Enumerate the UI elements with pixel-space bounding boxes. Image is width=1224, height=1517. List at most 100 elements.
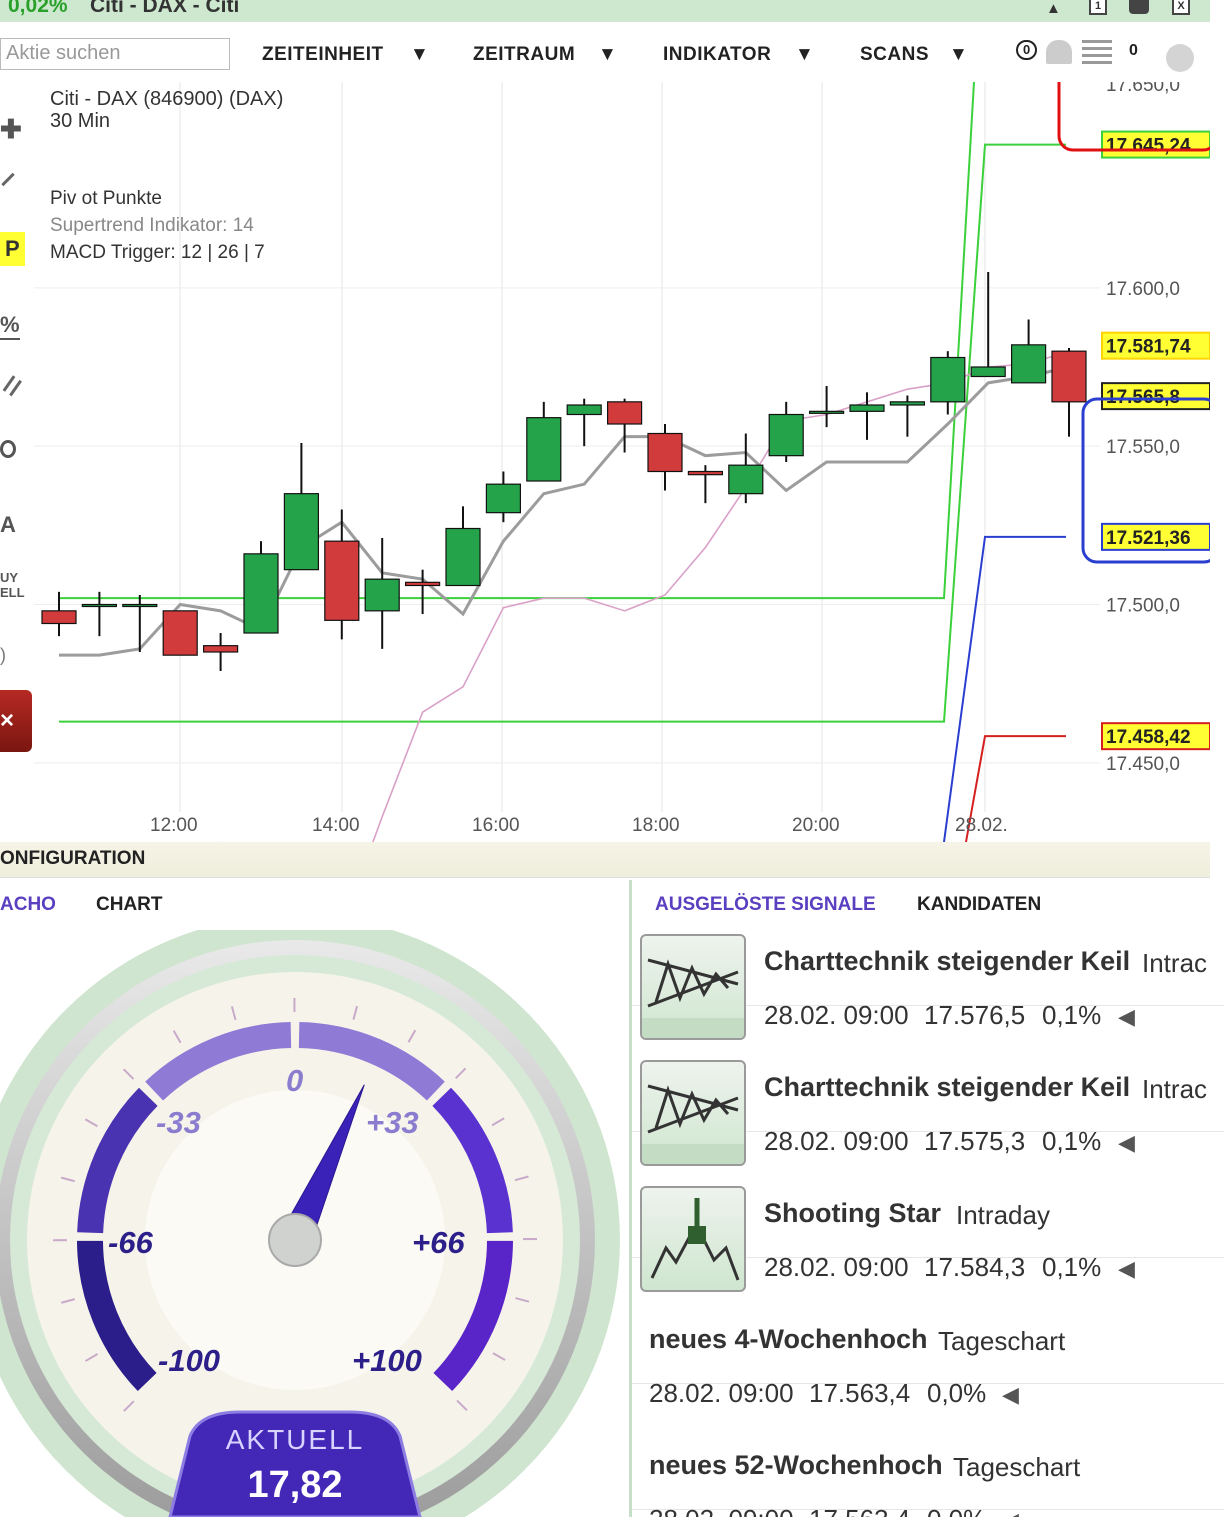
- alarm-bell-icon[interactable]: ▲: [1046, 0, 1061, 17]
- window-title: Citi - DAX - Citi: [90, 0, 240, 17]
- signal-item[interactable]: Charttechnik steigender Keil Intrac 28.0…: [632, 1006, 1224, 1166]
- sell-tool-label[interactable]: ELL: [0, 585, 25, 600]
- candle-body-up: [930, 356, 966, 403]
- gauge-label-minus33: -33: [156, 1105, 201, 1140]
- signal-name: neues 4-Wochenhoch: [649, 1324, 928, 1354]
- speaker-icon[interactable]: ◀: [1002, 1508, 1019, 1517]
- candle-body-up: [566, 404, 602, 416]
- line-tool-icon[interactable]: [1, 172, 15, 187]
- gauge-label-minus100: -100: [158, 1343, 220, 1378]
- candle-body-up: [445, 527, 481, 587]
- signal-item[interactable]: neues 4-Wochenhoch Tageschart 28.02. 09:…: [632, 1258, 1224, 1408]
- time-axis-label: 20:00: [792, 815, 840, 836]
- current-value: 17,82: [247, 1464, 342, 1506]
- time-axis-label: 14:00: [312, 815, 360, 836]
- candle-body-up: [364, 578, 400, 612]
- signal-item[interactable]: Charttechnik steigender Keil Intrac 28.0…: [632, 880, 1224, 1040]
- circle-tool-icon[interactable]: [0, 440, 16, 458]
- signal-name: Shooting Star: [764, 1198, 941, 1228]
- menu-scans[interactable]: SCANS: [860, 44, 929, 66]
- price-tag: 17.645,24: [1101, 130, 1210, 159]
- gauge-label-plus100: +100: [352, 1343, 422, 1378]
- tab-tacho[interactable]: ACHO: [0, 894, 56, 916]
- price-axis-label: 17.450,0: [1106, 754, 1180, 775]
- text-tool-button[interactable]: A: [0, 512, 16, 538]
- price-tag-label: 17.521,36: [1106, 528, 1191, 549]
- close-button[interactable]: X: [1172, 0, 1190, 15]
- indicator-label-supertrend[interactable]: Supertrend Indikator: 14: [50, 215, 254, 236]
- gauge-label-plus66: +66: [412, 1225, 465, 1260]
- price-tag: 17.521,36: [1101, 522, 1210, 551]
- price-axis-label: 17.550,0: [1106, 437, 1180, 458]
- configuration-bar[interactable]: ONFIGURATION: [0, 842, 1210, 878]
- signal-item[interactable]: neues 52-Wochenhoch Tageschart 28.02. 09…: [632, 1384, 1224, 1517]
- notification-count-badge[interactable]: 0: [1016, 40, 1038, 60]
- current-value-label: AKTUELL: [226, 1424, 365, 1455]
- menu-zeitraum[interactable]: ZEITRAUM: [473, 44, 575, 66]
- candle-body-down: [41, 610, 77, 625]
- price-axis-label: 17.500,0: [1106, 596, 1180, 617]
- gauge-label-minus66: -66: [108, 1225, 154, 1260]
- chevron-down-icon[interactable]: ▼: [949, 44, 968, 66]
- settings-gear-icon[interactable]: [1166, 44, 1194, 72]
- candle-body-up: [768, 413, 804, 457]
- signal-name: Charttechnik steigender Keil: [764, 946, 1131, 976]
- menu-indikator[interactable]: INDIKATOR: [663, 44, 771, 66]
- pivot-tool-button[interactable]: P: [0, 232, 25, 266]
- instrument-label: Citi - DAX (846900) (DAX): [50, 88, 283, 110]
- price-tag-label: 17.581,74: [1106, 337, 1191, 358]
- fibonacci-icon[interactable]: [2, 375, 16, 392]
- buy-tool-label[interactable]: UY: [0, 570, 18, 585]
- price-tag-label: 17.458,42: [1106, 727, 1191, 748]
- signal-percent: 0,0%: [927, 1504, 986, 1517]
- time-axis-label: 18:00: [632, 815, 680, 836]
- signal-name: Charttechnik steigender Keil: [764, 1072, 1131, 1102]
- signal-type: Intrac: [1142, 1074, 1208, 1104]
- candle-body-up: [485, 483, 521, 514]
- indicator-label-pivot[interactable]: Piv ot Punkte: [50, 188, 162, 209]
- crosshair-icon[interactable]: ✚: [0, 114, 22, 145]
- candle-body-up: [808, 410, 845, 414]
- tab-chart[interactable]: CHART: [96, 894, 163, 916]
- candle-body-up: [122, 603, 158, 608]
- chart-toolbar: Aktie suchen ZEITEINHEIT ▼ ZEITRAUM ▼ IN…: [0, 22, 1210, 82]
- signal-type: Intrac: [1142, 948, 1208, 978]
- delete-drawings-icon[interactable]: ×: [0, 690, 32, 752]
- signal-type: Tageschart: [953, 1452, 1081, 1482]
- chevron-down-icon[interactable]: ▼: [410, 44, 429, 66]
- percent-tool-button[interactable]: %: [0, 312, 20, 340]
- signal-name: neues 52-Wochenhoch: [649, 1450, 943, 1480]
- chevron-down-icon[interactable]: ▼: [795, 44, 814, 66]
- menu-zeiteinheit[interactable]: ZEITEINHEIT: [262, 44, 384, 66]
- signal-type: Intraday: [956, 1200, 1050, 1230]
- time-axis-label: 28.02.: [955, 815, 1008, 836]
- price-tag: 17.581,74: [1101, 331, 1210, 360]
- gauge-label-0: 0: [286, 1063, 303, 1098]
- candle-body-up: [243, 553, 279, 634]
- signal-price: 17.563,4: [809, 1504, 910, 1517]
- signal-item[interactable]: Shooting Star Intraday 28.02. 09:00 17.5…: [632, 1132, 1224, 1292]
- price-tag-label: 17.645,24: [1106, 136, 1191, 157]
- detach-icon[interactable]: [1129, 0, 1149, 14]
- candle-body-down: [647, 432, 683, 473]
- candle-body-down: [162, 610, 198, 656]
- alarm-icon[interactable]: [1046, 40, 1072, 64]
- left-panel-tabs: ACHO CHART: [0, 880, 630, 930]
- price-chart[interactable]: 17.645,24 17.581,74 17.565,8 17.521,36 17.45…: [0, 82, 1210, 842]
- indicator-label-macd[interactable]: MACD Trigger: 12 | 26 | 7: [50, 242, 265, 263]
- candle-body-up: [889, 401, 926, 406]
- sound-icon[interactable]: ): [0, 645, 6, 666]
- add-list-icon[interactable]: [1082, 40, 1112, 64]
- restore-button[interactable]: 1: [1089, 0, 1107, 15]
- stock-search-input[interactable]: Aktie suchen: [0, 38, 230, 70]
- candle-body-down: [687, 470, 724, 476]
- chevron-down-icon[interactable]: ▼: [598, 44, 617, 66]
- watchlist-count-badge[interactable]: 0: [1126, 42, 1141, 60]
- candle-body-up: [283, 493, 319, 571]
- candle-body-down: [606, 401, 643, 425]
- candle-body-up: [1010, 344, 1047, 384]
- change-percent: 0,02%: [8, 0, 68, 17]
- signal-type: Tageschart: [938, 1326, 1066, 1356]
- sentiment-gauge: 0 -33 +33 -66 +66 -100 +100 AKTUELL 17,8…: [0, 930, 630, 1517]
- candle-body-up: [849, 404, 885, 412]
